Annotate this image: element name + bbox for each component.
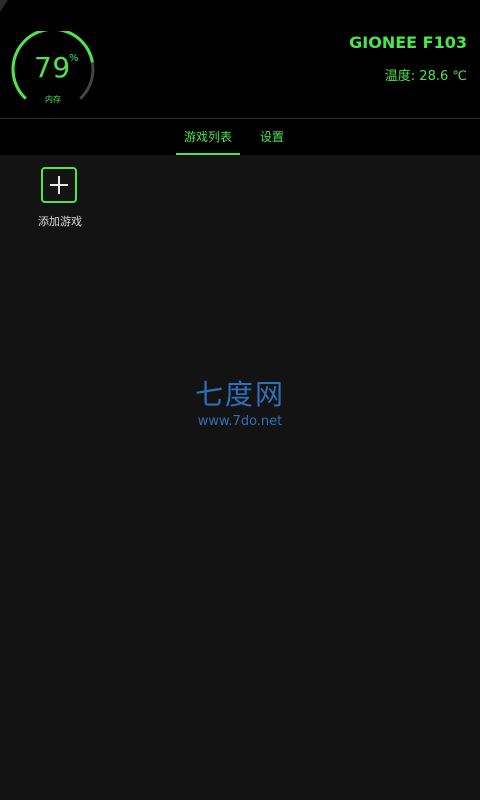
corner-mark [0, 0, 8, 12]
add-game-label: 添加游戏 [38, 215, 82, 228]
memory-value: 79 [34, 51, 71, 84]
tab-bar: 游戏列表 设置 [0, 118, 480, 155]
plus-square-icon [41, 167, 77, 203]
watermark-url: www.7do.net [197, 414, 283, 429]
memory-unit: % [69, 53, 79, 64]
add-game-button[interactable]: 添加游戏 [30, 167, 90, 229]
header: 79 % 内存 GIONEE F103 温度: 28.6 ℃ [0, 0, 480, 118]
memory-gauge: 79 % 内存 [11, 31, 95, 104]
game-list-panel: 添加游戏 七度网 www.7do.net [0, 155, 480, 800]
app-window: 79 % 内存 GIONEE F103 温度: 28.6 ℃ 游戏列表 设置 添… [0, 0, 480, 800]
tab-game-list[interactable]: 游戏列表 [176, 119, 240, 155]
watermark: 七度网 www.7do.net [180, 373, 300, 429]
watermark-title: 七度网 [194, 378, 285, 411]
device-name: GIONEE F103 [349, 33, 467, 52]
temperature-readout: 温度: 28.6 ℃ [384, 69, 467, 84]
tab-settings[interactable]: 设置 [254, 119, 290, 155]
memory-label: 内存 [45, 95, 61, 104]
